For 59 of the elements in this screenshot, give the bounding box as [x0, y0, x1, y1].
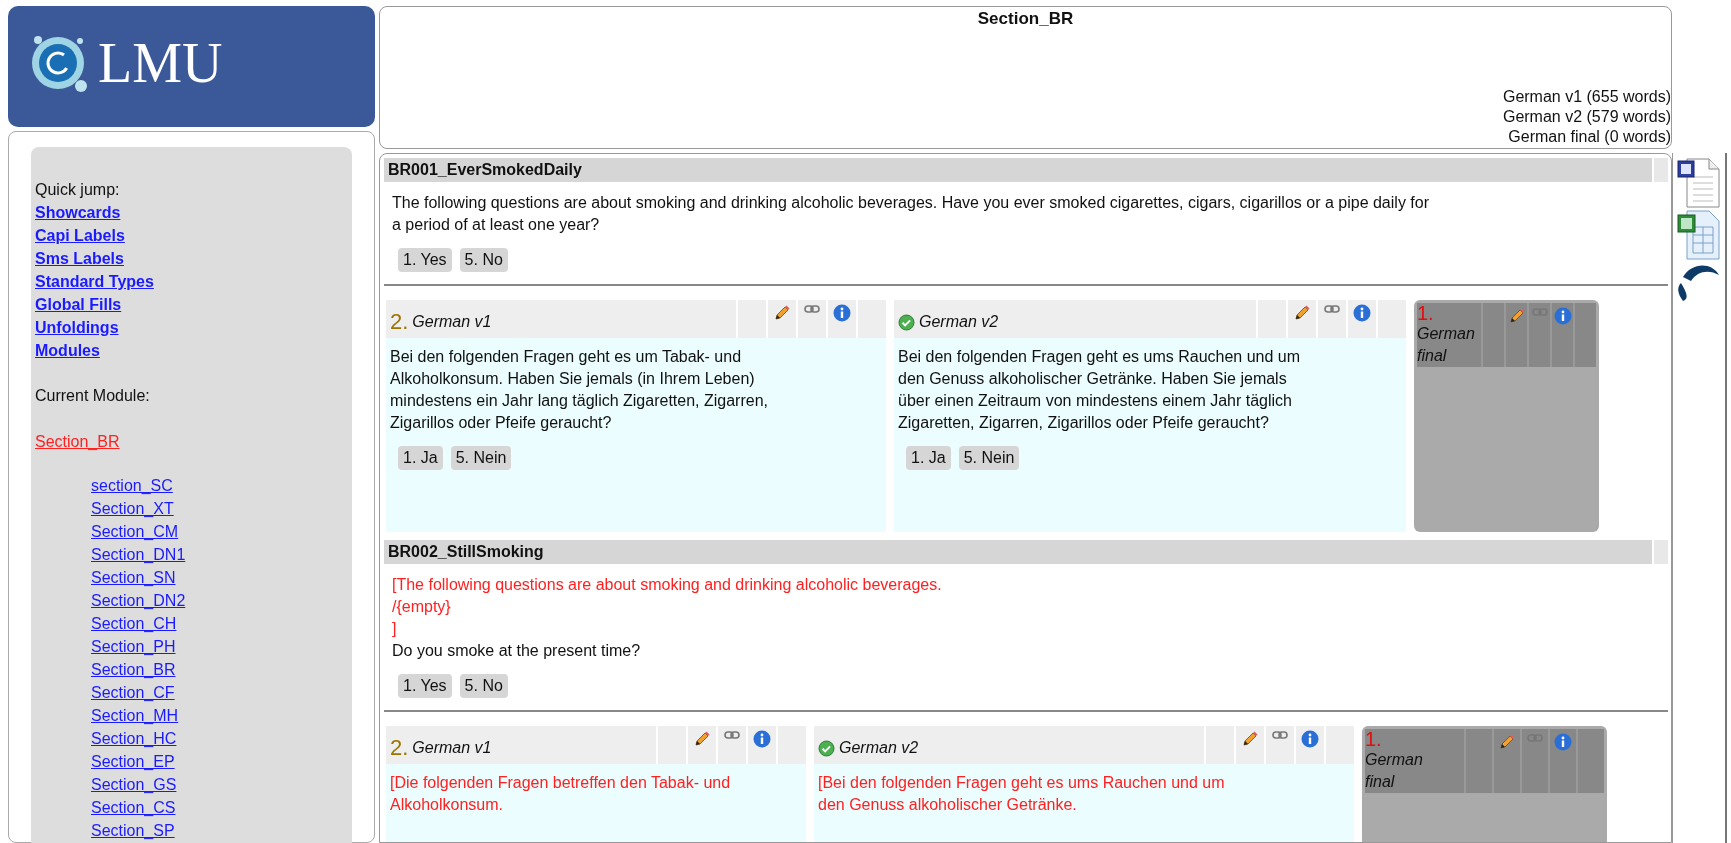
- answer-option: 5. No: [459, 248, 508, 272]
- version-label: German final: [1417, 324, 1476, 366]
- answer-option: 1. Ja: [398, 446, 443, 470]
- quick-jump-link[interactable]: Unfoldings: [35, 316, 119, 339]
- quick-jump-link[interactable]: Standard Types: [35, 270, 154, 293]
- question-text: The following questions are about smoking and drinking alcoholic beverages. Have you ever smoked cigarettes, cigars, cigarillos or a pipe daily for a period of at least one year?: [392, 193, 1430, 235]
- version-label: German v2: [919, 313, 999, 331]
- answer-option: 1. Yes: [398, 248, 452, 272]
- current-module-label: Current Module:: [35, 386, 150, 406]
- module-link[interactable]: Section_SN: [91, 566, 176, 589]
- module-link[interactable]: Section_MH: [91, 704, 179, 727]
- quick-jump-link[interactable]: Global Fills: [35, 293, 122, 316]
- version-number: 2.: [390, 309, 409, 335]
- module-link[interactable]: Section_DN2: [91, 589, 186, 612]
- module-link[interactable]: Section_EP: [91, 750, 175, 773]
- translation-text: [Bei den folgenden Fragen geht es ums Rauchen und um den Genuss alkoholischer Getränke.: [818, 773, 1226, 815]
- module-link[interactable]: Section_SP: [91, 819, 175, 842]
- module-link[interactable]: Section_BR: [91, 658, 176, 681]
- question-text: [The following questions are about smoking and drinking alcoholic beverages.: [392, 575, 943, 595]
- version-label: German final: [1365, 750, 1424, 792]
- version-number: 1.: [1417, 303, 1435, 323]
- section-title: Section_BR: [977, 9, 1074, 29]
- quick-jump-link[interactable]: Showcards: [35, 201, 121, 224]
- version-label: German v2: [839, 739, 919, 757]
- question-text: /{empty}: [392, 597, 452, 617]
- translation-text: Bei den folgenden Fragen geht es um Tabak- und Alkoholkonsum. Haben Sie jemals (in Ihrem Leben) mindestens ein Jahr lang täglich Zigaretten, Zigarren, Zigarillos oder Pfeife geraucht?: [390, 347, 769, 433]
- version-number: 1.: [1365, 729, 1383, 749]
- answer-option: 5. Nein: [958, 446, 1020, 470]
- quick-jump-link[interactable]: Modules: [35, 339, 100, 362]
- version-number: 2.: [390, 735, 409, 761]
- question-text: Do you smoke at the present time?: [392, 641, 642, 661]
- module-link[interactable]: Section_CF: [91, 681, 175, 704]
- word-count: German final (0 words): [1508, 127, 1671, 147]
- answer-option: 5. Nein: [450, 446, 512, 470]
- question-text: ]: [392, 619, 398, 639]
- module-link[interactable]: Section_HC: [91, 727, 177, 750]
- question-id: BR002_StillSmoking: [387, 543, 545, 561]
- module-link[interactable]: Section_XT: [91, 497, 174, 520]
- answer-option: 1. Yes: [398, 674, 452, 698]
- module-link[interactable]: Section_CS: [91, 796, 176, 819]
- quick-jump-link[interactable]: Sms Labels: [35, 247, 124, 270]
- answer-option: 1. Ja: [906, 446, 951, 470]
- quick-jump-label: Quick jump:: [35, 180, 120, 200]
- word-count: German v2 (579 words): [1502, 107, 1671, 127]
- answer-option: 5. No: [459, 674, 508, 698]
- version-label: German v1: [412, 313, 492, 331]
- question-id: BR001_EverSmokedDaily: [387, 161, 583, 179]
- translation-text: [Die folgenden Fragen betreffen den Tabak- und Alkoholkonsum.: [390, 773, 732, 815]
- module-link[interactable]: Section_GS: [91, 773, 177, 796]
- module-link[interactable]: Section_PH: [91, 635, 176, 658]
- module-link[interactable]: Section_CH: [91, 612, 177, 635]
- version-label: German v1: [412, 739, 492, 757]
- word-count: German v1 (655 words): [1502, 87, 1671, 107]
- module-link[interactable]: Section_CM: [91, 520, 179, 543]
- translation-text: Bei den folgenden Fragen geht es ums Rauchen und um den Genuss alkoholischer Getränke. Haben Sie jemals über einen Zeitraum von mindestens einem Jahr täglich Zigaretten, Zigarren, Zigarillos oder Pfeife geraucht?: [898, 347, 1302, 433]
- quick-jump-link[interactable]: Capi Labels: [35, 224, 125, 247]
- logo-text: LMU: [98, 30, 223, 95]
- module-link[interactable]: Section_DN1: [91, 543, 186, 566]
- module-link[interactable]: section_SC: [91, 474, 173, 497]
